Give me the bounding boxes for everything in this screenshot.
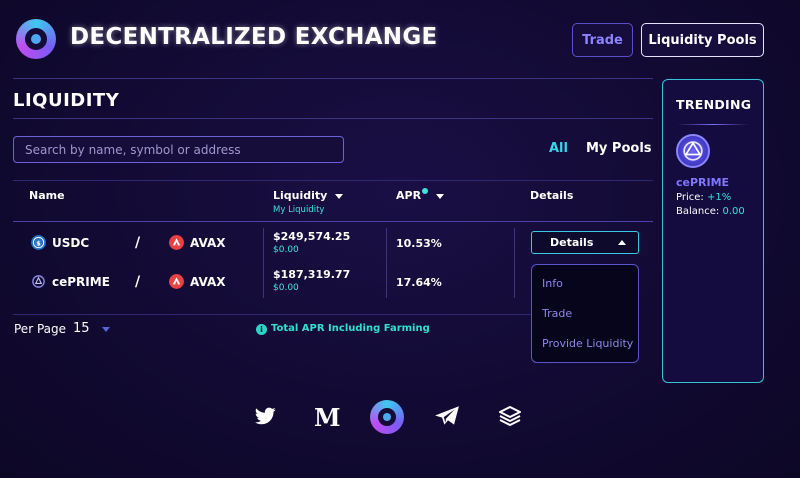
filter-my-pools-tab[interactable]: My Pools: [586, 141, 652, 156]
menu-item-provide-liquidity[interactable]: Provide Liquidity: [542, 337, 633, 350]
column-separator: [514, 228, 515, 298]
logo-icon[interactable]: [370, 400, 404, 434]
token-b-label: AVAX: [190, 236, 226, 250]
trending-panel: TRENDING cePRIME Price: +1% Balance: 0.0…: [662, 79, 764, 383]
pair-separator: /: [135, 274, 141, 290]
column-header-liquidity-label: Liquidity: [273, 189, 328, 202]
token-a-label: cePRIME: [52, 275, 110, 289]
column-header-name: Name: [29, 189, 65, 202]
apr-info-icon: [422, 188, 429, 194]
column-header-details: Details: [530, 189, 574, 202]
price-change-value: +1%: [706, 192, 732, 203]
trending-divider: [677, 124, 749, 125]
avax-coin-icon: [169, 235, 184, 250]
header-divider: [13, 78, 653, 79]
balance-value: 0.00: [722, 206, 745, 217]
menu-item-trade[interactable]: Trade: [542, 307, 572, 320]
pair-separator: /: [135, 235, 141, 251]
liquidity-value: $187,319.77: [273, 268, 351, 281]
table-header-divider: [13, 221, 653, 222]
svg-text:$: $: [36, 239, 41, 247]
total-apr-note: Total APR Including Farming: [271, 323, 430, 334]
apr-value: 17.64%: [396, 276, 442, 289]
info-icon: i: [256, 324, 267, 335]
sort-caret-icon: [436, 193, 445, 199]
details-button[interactable]: Details: [531, 231, 639, 254]
per-page-label: Per Page: [14, 322, 66, 336]
token-b-label: AVAX: [190, 275, 226, 289]
details-dropdown-menu: Info Trade Provide Liquidity: [531, 264, 639, 363]
nav-liquidity-pools-button[interactable]: Liquidity Pools: [641, 23, 764, 57]
table-top-divider: [13, 180, 653, 181]
details-button-label: Details: [550, 236, 594, 249]
balance-label: Balance:: [676, 206, 720, 217]
title-divider: [13, 118, 653, 119]
chevron-down-icon[interactable]: [102, 327, 110, 332]
trending-token-name[interactable]: cePRIME: [676, 176, 729, 189]
ceprime-token-icon[interactable]: [676, 134, 710, 168]
medium-icon[interactable]: M: [314, 403, 341, 432]
nav-trade-button[interactable]: Trade: [572, 23, 633, 57]
liquidity-value: $249,574.25: [273, 230, 351, 243]
column-header-apr[interactable]: APR: [396, 188, 445, 202]
usdc-coin-icon: $: [31, 235, 46, 250]
trending-price: Price: +1%: [676, 192, 731, 203]
apr-value: 10.53%: [396, 237, 442, 250]
ceprime-coin-icon: [32, 275, 45, 288]
column-header-liquidity[interactable]: Liquidity: [273, 189, 344, 202]
my-liquidity-value: $0.00: [273, 245, 299, 255]
telegram-icon[interactable]: [434, 405, 460, 427]
page-title: LIQUIDITY: [13, 90, 120, 111]
exchange-logo-icon: [16, 19, 56, 59]
trending-balance: Balance: 0.00: [676, 206, 745, 217]
token-a-label: USDC: [52, 236, 90, 250]
price-label: Price:: [676, 192, 704, 203]
chevron-up-icon: [618, 240, 626, 245]
column-separator: [263, 228, 264, 298]
table-bottom-divider: [13, 314, 531, 315]
twitter-icon[interactable]: [252, 404, 278, 428]
avax-coin-icon: [169, 274, 184, 289]
column-subheader-my-liquidity: My Liquidity: [273, 205, 325, 215]
column-header-apr-label: APR: [396, 189, 422, 202]
brand-title: DECENTRALIZED EXCHANGE: [70, 24, 438, 50]
menu-item-info[interactable]: Info: [542, 277, 563, 290]
trending-title: TRENDING: [676, 97, 752, 112]
docs-stack-icon[interactable]: [497, 404, 523, 428]
sort-caret-icon: [335, 193, 344, 199]
search-input[interactable]: [13, 136, 344, 163]
per-page-select[interactable]: 15: [73, 321, 90, 336]
column-separator: [386, 228, 387, 298]
my-liquidity-value: $0.00: [273, 283, 299, 293]
filter-all-tab[interactable]: All: [549, 141, 568, 156]
